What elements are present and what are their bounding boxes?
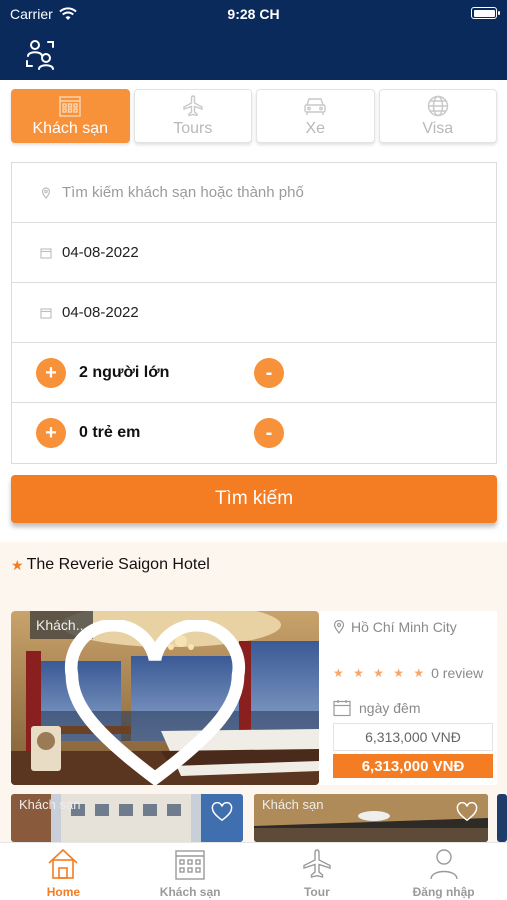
- bottom-tab-bar: Home Khách sạn Tour Đăng nhập: [0, 842, 507, 900]
- globe-icon: [427, 95, 448, 117]
- star-icon: ★: [11, 556, 24, 573]
- duration-text: ngày đêm: [359, 700, 421, 716]
- hotel-city: Hồ Chí Minh City: [351, 619, 457, 635]
- children-counter: + 0 trẻ em -: [12, 403, 496, 463]
- car-icon: [304, 98, 326, 115]
- hotel-type-badge: Khách sạn: [19, 797, 81, 812]
- search-form: Tìm kiếm khách sạn hoặc thành phố 04-08-…: [11, 162, 497, 464]
- map-pin-icon: [333, 620, 345, 634]
- tab-car[interactable]: Xe: [256, 89, 375, 143]
- original-price: 6,313,000 VNĐ: [333, 723, 493, 751]
- hotel-card[interactable]: Khách... Hồ Chí Minh City ★ ★ ★ ★ ★ 0 re…: [11, 611, 497, 785]
- hotel-card-2[interactable]: Khách sạn: [11, 794, 243, 842]
- plane-icon: [183, 95, 203, 117]
- bottom-tab-login[interactable]: Đăng nhập: [380, 843, 507, 900]
- calendar-icon: [40, 247, 52, 259]
- location-placeholder: Tìm kiếm khách sạn hoặc thành phố: [62, 184, 304, 201]
- checkout-date-field[interactable]: 04-08-2022: [12, 283, 496, 343]
- tab-hotel-label: Khách sạn: [32, 120, 109, 137]
- checkin-date-value: 04-08-2022: [62, 244, 139, 261]
- search-button[interactable]: Tìm kiếm: [11, 475, 497, 523]
- rating-stars: ★ ★ ★ ★ ★: [333, 666, 428, 680]
- hotel-card-4-partial[interactable]: [497, 794, 507, 842]
- review-count: 0 review: [431, 665, 484, 681]
- location-field[interactable]: Tìm kiếm khách sạn hoặc thành phố: [12, 163, 496, 223]
- map-pin-icon: [41, 186, 51, 199]
- hotel-icon: [175, 850, 205, 880]
- featured-title-text: The Reverie Saigon Hotel: [26, 556, 210, 573]
- heart-icon[interactable]: [11, 620, 309, 785]
- hotel-icon: [59, 96, 81, 117]
- category-tabs: Khách sạn Tours Xe Visa: [11, 89, 497, 143]
- top-nav-bar: [0, 30, 507, 80]
- bottom-tab-home-label: Home: [46, 885, 81, 899]
- hotel-photo[interactable]: Khách...: [11, 611, 319, 785]
- sale-price: 6,313,000 VNĐ: [333, 754, 493, 778]
- children-plus-button[interactable]: +: [36, 418, 66, 448]
- bottom-tab-login-label: Đăng nhập: [412, 885, 475, 899]
- featured-section: ★ The Reverie Saigon Hotel Khách... Hồ C…: [0, 542, 507, 842]
- bottom-tab-tour-label: Tour: [303, 885, 330, 899]
- heart-icon[interactable]: [456, 802, 478, 822]
- battery-icon: [471, 7, 500, 19]
- adults-plus-button[interactable]: +: [36, 357, 66, 388]
- tab-tours[interactable]: Tours: [133, 89, 252, 143]
- adults-counter: + 2 người lớn -: [12, 343, 496, 403]
- hotel-duration: ngày đêm: [333, 699, 420, 717]
- tab-hotel[interactable]: Khách sạn: [11, 89, 130, 143]
- checkout-date-value: 04-08-2022: [62, 304, 139, 321]
- status-bar: Carrier 9:28 CH: [0, 0, 507, 30]
- tab-visa-label: Visa: [422, 120, 454, 137]
- hotel-info: Hồ Chí Minh City ★ ★ ★ ★ ★ 0 review ngày…: [333, 611, 497, 785]
- user-icon: [429, 849, 458, 880]
- bottom-tab-home[interactable]: Home: [0, 843, 127, 900]
- account-switch-icon[interactable]: [22, 36, 58, 72]
- heart-icon[interactable]: [211, 802, 233, 822]
- plane-icon: [303, 849, 331, 878]
- adults-label: 2 người lớn: [79, 363, 170, 381]
- home-icon: [48, 848, 78, 879]
- bottom-tab-hotel[interactable]: Khách sạn: [127, 843, 254, 900]
- calendar-icon: [333, 700, 351, 717]
- tab-tours-label: Tours: [173, 120, 213, 137]
- checkin-date-field[interactable]: 04-08-2022: [12, 223, 496, 283]
- status-time: 9:28 CH: [227, 6, 280, 22]
- adults-minus-button[interactable]: -: [254, 358, 284, 388]
- bottom-tab-tour[interactable]: Tour: [254, 843, 381, 900]
- hotel-card-3[interactable]: Khách sạn: [254, 794, 488, 842]
- children-label: 0 trẻ em: [79, 424, 141, 441]
- hotel-rating: ★ ★ ★ ★ ★ 0 review: [333, 665, 483, 681]
- tab-visa[interactable]: Visa: [378, 89, 497, 143]
- calendar-icon: [40, 307, 52, 319]
- featured-title: ★ The Reverie Saigon Hotel: [11, 556, 210, 574]
- hotel-type-badge: Khách sạn: [262, 797, 324, 812]
- bottom-tab-hotel-label: Khách sạn: [159, 885, 221, 899]
- hotel-location: Hồ Chí Minh City: [333, 619, 457, 635]
- tab-car-label: Xe: [305, 120, 326, 137]
- children-minus-button[interactable]: -: [254, 418, 284, 448]
